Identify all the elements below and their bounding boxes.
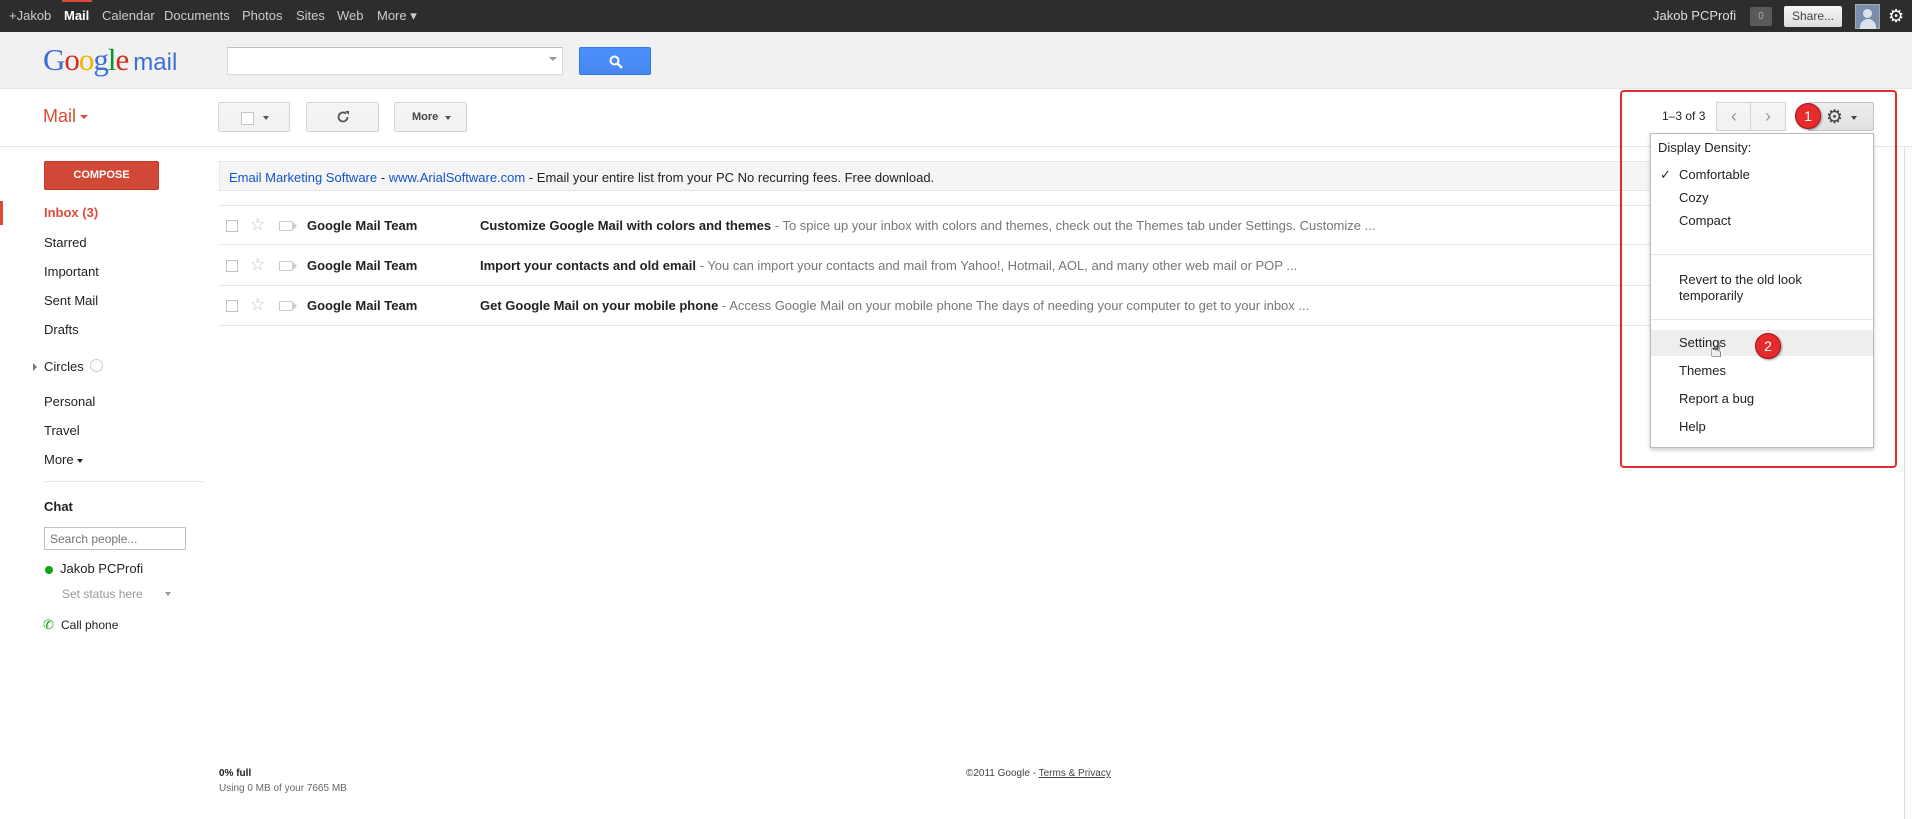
message-body: Get Google Mail on your mobile phone - A…: [480, 298, 1310, 313]
gbar-username[interactable]: Jakob PCProfi: [1653, 8, 1736, 23]
search-options-icon[interactable]: [549, 57, 557, 61]
sidebar-item-more[interactable]: More: [44, 452, 83, 467]
copyright-text: ©2011 Google -: [966, 768, 1039, 779]
google-mail-logo[interactable]: Google mail: [43, 42, 177, 78]
more-label: More: [412, 111, 439, 123]
message-subject: Get Google Mail on your mobile phone: [480, 298, 719, 313]
message-body: Customize Google Mail with colors and th…: [480, 218, 1376, 233]
gbar-item-calendar[interactable]: Calendar: [102, 8, 155, 23]
message-row[interactable]: ☆ Google Mail Team Get Google Mail on yo…: [219, 286, 1669, 326]
storage-quota: 0% full: [219, 768, 252, 779]
selected-indicator: [0, 201, 3, 225]
message-subject: Customize Google Mail with colors and th…: [480, 218, 772, 233]
copyright: ©2011 Google - Terms & Privacy: [966, 768, 1111, 779]
mail-label: Mail: [43, 106, 77, 126]
message-sender: Google Mail Team: [307, 258, 418, 273]
sidebar-item-circles[interactable]: Circles: [44, 359, 84, 374]
search-people-input[interactable]: [44, 527, 186, 550]
hand-cursor-icon: ☝: [1710, 340, 1723, 362]
message-row[interactable]: ☆ Google Mail Team Import your contacts …: [219, 246, 1669, 286]
chevron-down-icon: [263, 116, 269, 120]
logo-mail-text: mail: [133, 49, 178, 76]
star-icon[interactable]: ☆: [250, 295, 265, 315]
important-marker-icon[interactable]: [279, 261, 297, 271]
message-body: Import your contacts and old email - You…: [480, 258, 1298, 273]
share-button[interactable]: Share...: [1784, 6, 1842, 27]
sidebar-item-personal[interactable]: Personal: [44, 394, 95, 409]
star-icon[interactable]: ☆: [250, 215, 265, 235]
sidebar-item-travel[interactable]: Travel: [44, 423, 80, 438]
ad-title-link[interactable]: Email Marketing Software: [229, 170, 377, 185]
gbar-item-web[interactable]: Web: [337, 8, 364, 23]
highlight-frame: [1620, 90, 1897, 468]
search-icon: [609, 55, 623, 69]
ad-url-link[interactable]: www.ArialSoftware.com: [389, 170, 526, 185]
gbar-item-mail[interactable]: Mail: [64, 8, 89, 23]
select-button[interactable]: [218, 102, 290, 132]
chevron-down-icon: [80, 115, 89, 120]
sidebar-item-inbox[interactable]: Inbox (3): [44, 205, 98, 220]
gbar-item-sites[interactable]: Sites: [296, 8, 325, 23]
gbar-item-more[interactable]: More ▾: [377, 8, 417, 24]
ad-banner: Email Marketing Software - www.ArialSoft…: [219, 161, 1669, 191]
search-input[interactable]: [227, 47, 563, 75]
gbar-item-documents[interactable]: Documents: [164, 8, 230, 23]
message-sender: Google Mail Team: [307, 298, 418, 313]
compose-button[interactable]: COMPOSE: [44, 161, 159, 190]
circles-icon: [90, 359, 103, 372]
search-button[interactable]: [579, 47, 651, 75]
header: Google mail: [0, 32, 1912, 89]
divider: [44, 481, 204, 482]
ad-text: Email your entire list from your PC No r…: [536, 170, 935, 185]
step-badge-1: 1: [1795, 103, 1821, 129]
important-marker-icon[interactable]: [279, 221, 297, 231]
sidebar-item-important[interactable]: Important: [44, 264, 99, 279]
chevron-down-icon: [445, 116, 451, 120]
select-all-checkbox[interactable]: [241, 112, 254, 125]
message-snippet: Access Google Mail on your mobile phone …: [729, 298, 1310, 313]
google-bar: +Jakob Mail Calendar Documents Photos Si…: [0, 0, 1912, 32]
important-marker-icon[interactable]: [279, 301, 297, 311]
active-strip: [62, 0, 92, 2]
message-checkbox[interactable]: [226, 260, 238, 272]
refresh-button[interactable]: [306, 102, 379, 132]
message-snippet: To spice up your inbox with colors and t…: [782, 218, 1376, 233]
mail-switcher[interactable]: Mail: [43, 106, 89, 127]
online-status-icon: [45, 566, 53, 574]
sidebar-item-starred[interactable]: Starred: [44, 235, 87, 250]
gbar-item-photos[interactable]: Photos: [242, 8, 282, 23]
gbar-item-profile[interactable]: +Jakob: [9, 8, 51, 23]
call-phone-link[interactable]: Call phone: [61, 618, 118, 632]
avatar[interactable]: [1855, 4, 1880, 29]
chat-title: Chat: [44, 499, 73, 514]
gear-icon[interactable]: ⚙: [1888, 6, 1904, 26]
message-sender: Google Mail Team: [307, 218, 418, 233]
phone-icon: ✆: [43, 617, 54, 632]
storage-detail: Using 0 MB of your 7665 MB: [219, 783, 347, 794]
expand-arrow-icon[interactable]: [33, 363, 37, 371]
message-subject: Import your contacts and old email: [480, 258, 696, 273]
star-icon[interactable]: ☆: [250, 255, 265, 275]
chevron-down-icon: [76, 458, 83, 463]
chat-username[interactable]: Jakob PCProfi: [60, 561, 143, 576]
step-badge-2: 2: [1755, 333, 1781, 359]
sidebar-item-sent-mail[interactable]: Sent Mail: [44, 293, 98, 308]
notification-count[interactable]: 0: [1750, 7, 1772, 26]
message-snippet: You can import your contacts and mail fr…: [707, 258, 1298, 273]
more-button[interactable]: More: [394, 102, 467, 132]
chevron-down-icon[interactable]: [165, 592, 171, 596]
sidebar-more-label: More: [44, 452, 74, 467]
message-checkbox[interactable]: [226, 300, 238, 312]
sidebar-item-drafts[interactable]: Drafts: [44, 322, 79, 337]
refresh-icon: [337, 111, 349, 123]
message-checkbox[interactable]: [226, 220, 238, 232]
status-message[interactable]: Set status here: [62, 587, 143, 601]
terms-privacy-link[interactable]: Terms & Privacy: [1039, 768, 1111, 779]
scrollbar[interactable]: [1904, 147, 1912, 819]
message-row[interactable]: ☆ Google Mail Team Customize Google Mail…: [219, 205, 1669, 245]
